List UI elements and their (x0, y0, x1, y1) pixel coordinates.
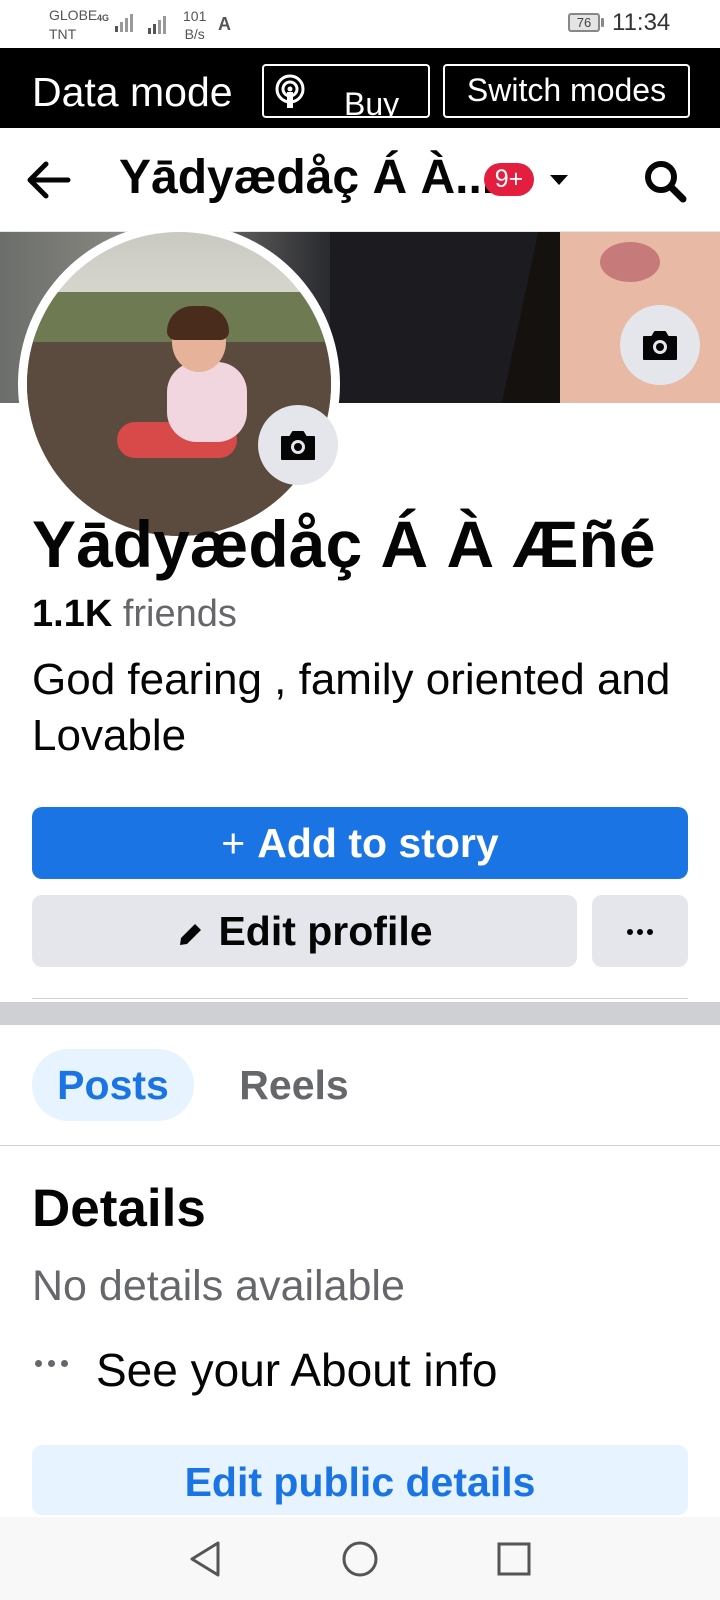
app-notification-icon: A (218, 14, 231, 34)
camera-icon (281, 431, 315, 460)
plus-icon: + (221, 820, 246, 866)
data-mode-title: Data mode (32, 69, 233, 115)
switch-modes-button[interactable]: Switch modes (443, 64, 690, 118)
edit-profile-label: Edit profile (218, 908, 433, 954)
chevron-down-icon[interactable] (550, 175, 568, 185)
network-speed-value: 101 (183, 8, 207, 24)
network-speed: 101 B/s (183, 7, 206, 43)
tab-posts[interactable]: Posts (32, 1049, 194, 1121)
profile-header-bar: Yādyædåç Á À... 9+ (0, 128, 720, 232)
system-back-icon[interactable] (186, 1539, 226, 1579)
details-heading: Details (32, 1179, 206, 1238)
section-separator (0, 1002, 720, 1025)
system-navigation-bar (0, 1517, 720, 1600)
profile-picture[interactable] (18, 223, 340, 545)
friends-count-label: friends (122, 593, 237, 635)
wifi-signal-icon (275, 74, 305, 108)
edit-profile-picture-button[interactable] (258, 405, 338, 485)
cellular-4g-signal-icon: 4G (97, 13, 133, 32)
profile-name: Yādyædåç Á À Æñé (32, 507, 656, 581)
battery-icon: 76 (568, 13, 600, 32)
pencil-icon (180, 924, 202, 945)
friends-count-value: 1.1K (32, 593, 113, 635)
svg-text:4G: 4G (97, 13, 109, 23)
more-horizontal-icon (627, 929, 633, 935)
add-to-story-button[interactable]: + Add to story (32, 807, 688, 879)
battery-tip (601, 18, 604, 27)
edit-profile-button[interactable]: Edit profile (32, 895, 577, 967)
more-options-button[interactable] (592, 895, 688, 967)
carrier-name: GLOBE TNT (49, 6, 97, 44)
cellular-signal-icon (148, 16, 166, 34)
carrier-line-1: GLOBE (49, 7, 98, 23)
arrow-left-icon[interactable] (24, 158, 72, 202)
notification-badge: 9+ (484, 163, 534, 196)
status-bar: GLOBE TNT 4G 101 B/s A 76 11:34 (0, 0, 720, 48)
details-empty-text: No details available (32, 1262, 405, 1310)
edit-public-details-button[interactable]: Edit public details (32, 1445, 688, 1515)
clock: 11:34 (612, 9, 671, 36)
system-recent-apps-icon[interactable] (494, 1539, 534, 1579)
profile-bio: God fearing , family oriented and Lovabl… (32, 655, 671, 760)
divider (32, 998, 688, 999)
nav-title[interactable]: Yādyædåç Á À... (119, 150, 495, 206)
buy-label: Buy (344, 86, 400, 118)
search-icon[interactable] (642, 158, 688, 204)
add-to-story-label: Add to story (257, 820, 499, 866)
see-about-info-label: See your About info (96, 1344, 498, 1396)
system-home-icon[interactable] (340, 1539, 380, 1579)
more-horizontal-icon (35, 1360, 75, 1370)
friends-count[interactable]: 1.1K friends (32, 590, 237, 638)
buy-button[interactable]: Buy (262, 64, 430, 118)
edit-cover-photo-button[interactable] (620, 305, 700, 385)
data-mode-banner: Data mode Buy Switch modes (0, 48, 720, 128)
tab-reels[interactable]: Reels (224, 1049, 364, 1121)
see-about-info-link[interactable]: See your About info (32, 1342, 632, 1402)
carrier-line-2: TNT (49, 26, 77, 42)
camera-icon (643, 331, 677, 360)
network-speed-unit: B/s (184, 26, 205, 42)
divider (0, 1145, 720, 1146)
